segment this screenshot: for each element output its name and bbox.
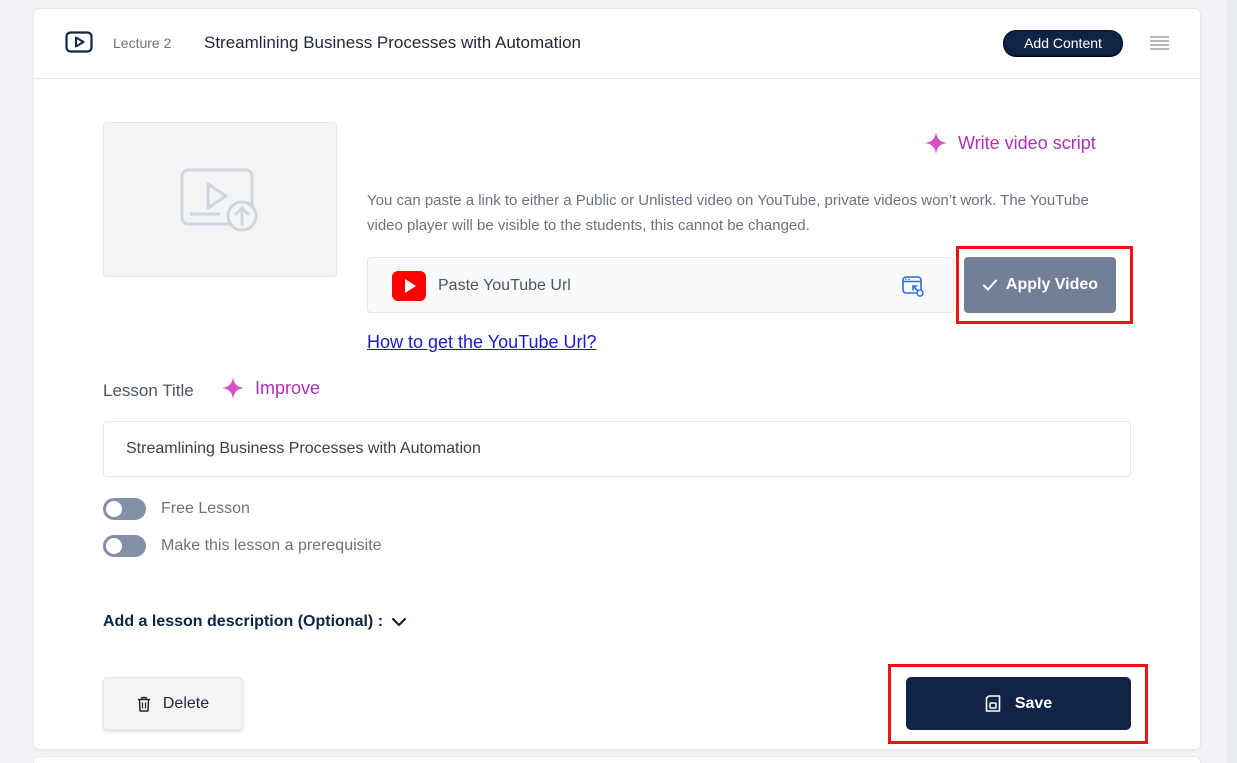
improve-title-button[interactable]: Improve [221, 376, 320, 400]
lecture-header: Lecture 2 Streamlining Business Processe… [34, 9, 1200, 79]
video-play-icon [65, 31, 93, 53]
write-video-script-button[interactable]: Write video script [924, 131, 1096, 155]
improve-label: Improve [255, 377, 321, 398]
highlight-apply-video [956, 246, 1133, 324]
youtube-help-text: You can paste a link to either a Public … [367, 192, 1089, 234]
prerequisite-toggle[interactable] [103, 535, 146, 557]
delete-button[interactable]: Delete [103, 677, 243, 730]
youtube-url-input[interactable] [438, 272, 878, 300]
lecture-title: Streamlining Business Processes with Aut… [204, 33, 582, 52]
prerequisite-label: Make this lesson a prerequisite [161, 537, 382, 554]
write-video-script-label: Write video script [958, 132, 1096, 153]
lesson-description-label: Add a lesson description (Optional) : [103, 613, 384, 630]
lecture-card: Lecture 2 Streamlining Business Processe… [33, 8, 1201, 750]
youtube-url-field[interactable] [367, 257, 954, 313]
add-content-button[interactable]: Add Content [1003, 30, 1123, 56]
free-lesson-toggle[interactable] [103, 498, 146, 520]
trash-icon [137, 696, 150, 712]
free-lesson-label: Free Lesson [161, 500, 250, 517]
chevron-down-icon [391, 617, 407, 627]
page-scrollbar-track [1226, 0, 1237, 763]
sparkle-icon [222, 377, 244, 399]
free-lesson-row: Free Lesson [103, 498, 250, 520]
video-upload-icon [180, 168, 258, 231]
lesson-title-input[interactable] [103, 421, 1131, 477]
paste-link-icon[interactable] [901, 274, 925, 298]
video-thumbnail-placeholder [103, 122, 337, 277]
next-card-edge [33, 756, 1201, 763]
how-to-get-url-link[interactable]: How to get the YouTube Url? [367, 332, 596, 353]
highlight-save [888, 664, 1148, 744]
delete-label: Delete [162, 694, 210, 712]
sparkle-icon [925, 132, 947, 154]
prerequisite-row: Make this lesson a prerequisite [103, 535, 382, 557]
lesson-description-toggle[interactable]: Add a lesson description (Optional) : [103, 613, 407, 631]
lecture-number: Lecture 2 [113, 35, 172, 51]
youtube-icon [392, 271, 426, 301]
drag-handle-icon[interactable] [1150, 36, 1169, 50]
lesson-title-label: Lesson Title [103, 381, 194, 400]
